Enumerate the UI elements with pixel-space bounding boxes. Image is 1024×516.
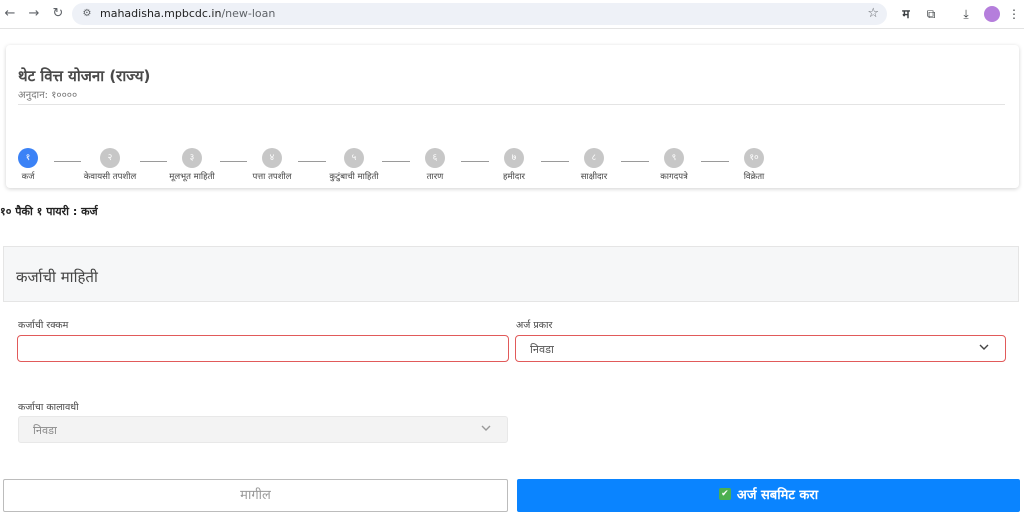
loan-amount-input[interactable]: [17, 335, 509, 362]
submit-application-button[interactable]: ✔ अर्ज सबमिट करा: [517, 479, 1020, 512]
step-number: ९: [664, 148, 684, 168]
browser-toolbar: ← → ↻ ⚙ mahadisha.mpbcdc.in/new-loan ☆ म…: [0, 0, 1024, 29]
extension-letter-icon[interactable]: म: [898, 6, 914, 22]
forward-icon[interactable]: →: [26, 6, 42, 22]
checkbox-check-icon: ✔: [718, 488, 731, 500]
url-text[interactable]: mahadisha.mpbcdc.in/new-loan: [100, 7, 275, 20]
url-host: mahadisha.mpbcdc.in: [100, 7, 222, 20]
section-header: कर्जाची माहिती: [3, 246, 1019, 302]
step-10[interactable]: १० विक्रेता: [704, 148, 804, 182]
step-number: ८: [584, 148, 604, 168]
step-number: ३: [182, 148, 202, 168]
loan-tenure-select[interactable]: निवडा: [18, 416, 508, 443]
step-number: ७: [504, 148, 524, 168]
loan-tenure-label: कर्जाचा कालावधी: [18, 402, 79, 413]
download-icon[interactable]: ⤓: [958, 6, 974, 22]
reload-icon[interactable]: ↻: [50, 6, 66, 22]
section-title: कर्जाची माहिती: [16, 268, 98, 286]
previous-button[interactable]: मागील: [3, 479, 508, 512]
extensions-puzzle-icon[interactable]: ⧉: [923, 6, 939, 22]
loan-tenure-value: निवडा: [33, 424, 57, 437]
profile-avatar-icon[interactable]: [984, 6, 1000, 22]
url-path: /new-loan: [221, 7, 276, 20]
step-progress-text: १० पैकी १ पायरी : कर्ज: [0, 205, 98, 218]
scheme-card: थेट वित्त योजना (राज्य) अनुदान: १०००० १ …: [6, 45, 1019, 188]
step-label: विक्रेता: [743, 172, 765, 182]
step-number: १०: [744, 148, 764, 168]
step-number: २: [100, 148, 120, 168]
site-info-icon[interactable]: ⚙: [80, 7, 94, 21]
step-number: ५: [344, 148, 364, 168]
chevron-down-icon: [481, 425, 491, 431]
scheme-title: थेट वित्त योजना (राज्य): [18, 67, 151, 85]
scheme-subsidy: अनुदान: १००००: [18, 90, 78, 101]
application-type-select[interactable]: निवडा: [515, 335, 1006, 362]
submit-label: अर्ज सबमिट करा: [736, 488, 819, 503]
application-type-value: निवडा: [530, 343, 554, 356]
step-number: ४: [262, 148, 282, 168]
back-icon[interactable]: ←: [2, 6, 18, 22]
divider: [18, 104, 1005, 105]
step-number: १: [18, 148, 38, 168]
bookmark-star-icon[interactable]: ☆: [867, 6, 879, 21]
menu-kebab-icon[interactable]: ⋮: [1006, 6, 1022, 22]
application-type-label: अर्ज प्रकार: [516, 320, 553, 331]
loan-amount-label: कर्जाची रक्कम: [18, 320, 69, 331]
chevron-down-icon: [979, 344, 989, 350]
step-number: ६: [425, 148, 445, 168]
address-bar[interactable]: ⚙ mahadisha.mpbcdc.in/new-loan ☆: [72, 3, 887, 25]
